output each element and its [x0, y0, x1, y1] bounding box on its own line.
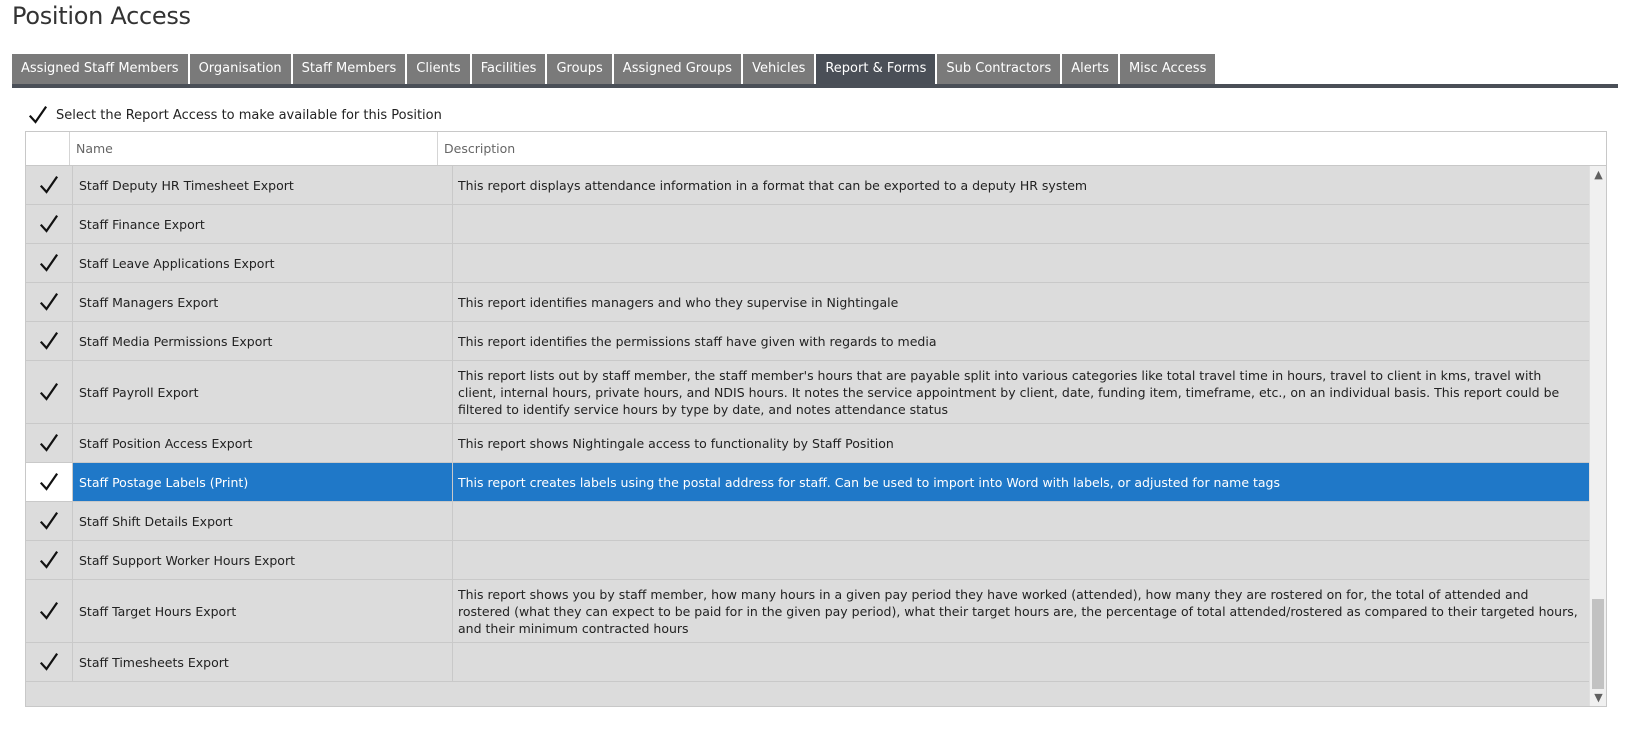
checkmark-icon — [39, 652, 59, 671]
tab-alerts[interactable]: Alerts — [1062, 54, 1118, 84]
checkmark-icon — [39, 214, 59, 233]
header-description[interactable]: Description — [438, 132, 1606, 165]
tab-organisation[interactable]: Organisation — [189, 54, 291, 84]
row-description — [453, 541, 1589, 579]
row-checkbox[interactable] — [26, 424, 73, 462]
row-checkbox[interactable] — [26, 502, 73, 540]
row-name: Staff Leave Applications Export — [73, 244, 453, 282]
table-row[interactable]: Staff Timesheets Export — [26, 643, 1589, 682]
checkmark-icon — [28, 105, 48, 124]
row-description — [453, 502, 1589, 540]
row-description: This report creates labels using the pos… — [458, 474, 1280, 490]
table-row[interactable]: Staff Payroll Export This report lists ou… — [26, 361, 1589, 424]
tab-groups[interactable]: Groups — [547, 54, 612, 84]
table-row[interactable]: Staff Managers Export This report identif… — [26, 283, 1589, 322]
row-name: Staff Position Access Export — [73, 424, 453, 462]
checkmark-icon — [39, 472, 59, 491]
row-name: Staff Deputy HR Timesheet Export — [73, 166, 453, 204]
row-checkbox[interactable] — [26, 361, 73, 423]
select-all-label: Select the Report Access to make availab… — [56, 107, 442, 123]
tab-assigned-groups[interactable]: Assigned Groups — [613, 54, 742, 84]
tab-assigned-staff-members[interactable]: Assigned Staff Members — [12, 54, 188, 84]
checkmark-icon — [39, 550, 59, 569]
row-checkbox[interactable] — [26, 463, 73, 501]
row-name: Staff Target Hours Export — [73, 580, 453, 642]
row-description: This report identifies the permissions s… — [458, 333, 937, 349]
table-row[interactable]: Staff Shift Details Export — [26, 502, 1589, 541]
grid-body: Staff Deputy HR Timesheet Export This rep… — [26, 166, 1589, 706]
scroll-thumb[interactable] — [1592, 599, 1604, 689]
row-name: Staff Finance Export — [73, 205, 453, 243]
row-checkbox[interactable] — [26, 244, 73, 282]
table-row[interactable]: Staff Leave Applications Export — [26, 244, 1589, 283]
grid-header: Name Description — [26, 132, 1606, 166]
chevron-down-icon[interactable]: ▼ — [1590, 689, 1606, 706]
row-description — [453, 205, 1589, 243]
row-name: Staff Support Worker Hours Export — [73, 541, 453, 579]
header-check-cell — [26, 132, 70, 165]
tab-misc-access[interactable]: Misc Access — [1119, 54, 1216, 84]
checkmark-icon — [39, 331, 59, 350]
header-name[interactable]: Name — [70, 132, 438, 165]
checkmark-icon — [39, 292, 59, 311]
row-description: This report identifies managers and who … — [458, 294, 899, 310]
row-description: This report shows you by staff member, h… — [458, 586, 1578, 636]
table-row[interactable]: Staff Media Permissions Export This repor… — [26, 322, 1589, 361]
row-description — [453, 244, 1589, 282]
checkmark-icon — [39, 511, 59, 530]
table-row[interactable]: Staff Finance Export — [26, 205, 1589, 244]
checkmark-icon — [39, 382, 59, 401]
tab-bar: Assigned Staff Members Organisation Staff … — [12, 54, 1618, 88]
row-description: This report displays attendance informat… — [458, 177, 1088, 193]
tabs: Assigned Staff Members Organisation Staff … — [12, 54, 1618, 84]
table-row[interactable]: Staff Target Hours Export This report sho… — [26, 580, 1589, 643]
tab-report-and-forms[interactable]: Report & Forms — [816, 54, 936, 84]
table-row[interactable]: Staff Support Worker Hours Export — [26, 541, 1589, 580]
checkmark-icon — [39, 175, 59, 194]
row-description: This report lists out by staff member, t… — [458, 367, 1560, 417]
tab-staff-members[interactable]: Staff Members — [292, 54, 406, 84]
tab-facilities[interactable]: Facilities — [471, 54, 546, 84]
select-all-row: Select the Report Access to make availab… — [28, 104, 442, 126]
tab-clients[interactable]: Clients — [407, 54, 470, 84]
report-access-grid: Name Description Staff Deputy HR Timeshe… — [25, 131, 1607, 707]
row-description — [453, 643, 1589, 681]
checkmark-icon — [39, 253, 59, 272]
chevron-up-icon[interactable]: ▲ — [1590, 166, 1606, 183]
row-checkbox[interactable] — [26, 643, 73, 681]
row-name: Staff Timesheets Export — [73, 643, 453, 681]
row-name: Staff Postage Labels (Print) — [73, 463, 453, 501]
vertical-scrollbar[interactable]: ▲ ▼ — [1589, 166, 1606, 706]
checkmark-icon — [39, 601, 59, 620]
tab-underline — [12, 84, 1618, 88]
row-checkbox[interactable] — [26, 283, 73, 321]
tab-vehicles[interactable]: Vehicles — [743, 54, 815, 84]
row-name: Staff Payroll Export — [73, 361, 453, 423]
row-checkbox[interactable] — [26, 580, 73, 642]
table-row[interactable]: Staff Deputy HR Timesheet Export This rep… — [26, 166, 1589, 205]
page-title: Position Access — [12, 2, 191, 30]
checkmark-icon — [39, 433, 59, 452]
table-row[interactable]: Staff Position Access Export This report … — [26, 424, 1589, 463]
row-checkbox[interactable] — [26, 322, 73, 360]
row-checkbox[interactable] — [26, 166, 73, 204]
row-name: Staff Shift Details Export — [73, 502, 453, 540]
select-all-checkbox[interactable] — [28, 105, 48, 125]
table-row[interactable]: Staff Postage Labels (Print) This report … — [26, 463, 1589, 502]
row-name: Staff Media Permissions Export — [73, 322, 453, 360]
row-checkbox[interactable] — [26, 205, 73, 243]
row-checkbox[interactable] — [26, 541, 73, 579]
row-description: This report shows Nightingale access to … — [458, 435, 894, 451]
tab-sub-contractors[interactable]: Sub Contractors — [937, 54, 1061, 84]
row-name: Staff Managers Export — [73, 283, 453, 321]
